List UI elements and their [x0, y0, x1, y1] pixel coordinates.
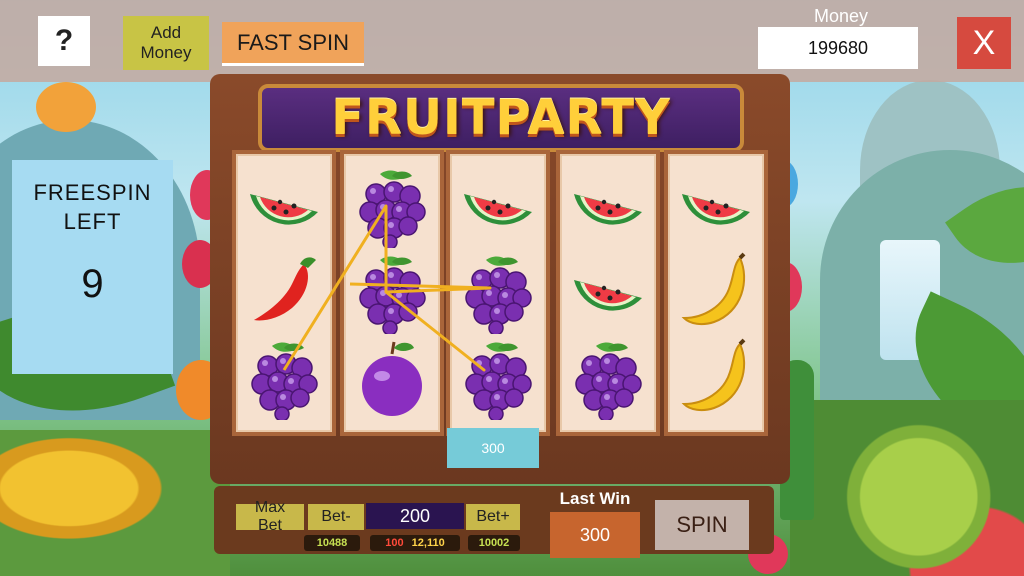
- symbol-watermelon: [566, 164, 650, 248]
- credit-display-gold-value: 12,110: [411, 537, 445, 549]
- last-win-value: 300: [550, 512, 640, 558]
- symbol-banana: [674, 250, 758, 334]
- credit-display-middle: 100 12,110: [370, 535, 460, 551]
- fast-spin-button[interactable]: FAST SPIN: [222, 22, 364, 66]
- spin-button[interactable]: SPIN: [655, 500, 749, 550]
- last-win-label: Last Win: [559, 489, 631, 508]
- bet-value: 200: [366, 503, 464, 529]
- bet-plus-button[interactable]: Bet+: [466, 504, 520, 530]
- symbol-watermelon: [456, 164, 540, 248]
- help-button[interactable]: ?: [38, 16, 90, 66]
- symbol-chili: [242, 250, 326, 334]
- game-title: FRUITPARTY: [331, 90, 671, 146]
- bet-minus-button[interactable]: Bet-: [308, 504, 364, 530]
- freespin-count: 9: [81, 262, 104, 306]
- credit-display-right: 10002: [468, 535, 520, 551]
- symbol-grapes: [456, 336, 540, 420]
- symbol-plum: [350, 336, 434, 420]
- freespin-label-line1: FREESPIN: [33, 180, 152, 205]
- symbol-grapes: [566, 336, 650, 420]
- symbol-grapes: [350, 164, 434, 248]
- freespin-label-line2: LEFT: [63, 209, 122, 234]
- credit-display-red-value: 100: [385, 537, 404, 549]
- freespin-panel: FREESPIN LEFT 9: [12, 160, 173, 374]
- credit-display-left: 10488: [304, 535, 360, 551]
- symbol-grapes: [350, 250, 434, 334]
- grape-decoration: [36, 82, 96, 132]
- symbol-banana: [674, 336, 758, 420]
- add-money-label-line1: Add: [150, 23, 182, 42]
- game-title-banner: FRUITPARTY: [258, 84, 744, 152]
- add-money-label-line2: Money: [140, 43, 192, 62]
- money-label: Money: [813, 6, 869, 26]
- max-bet-button[interactable]: Max Bet: [236, 499, 304, 534]
- symbol-grapes: [242, 336, 326, 420]
- freespin-label: FREESPIN LEFT: [12, 178, 173, 236]
- win-amount-badge: 300: [447, 428, 539, 468]
- money-value: 199680: [758, 27, 918, 69]
- add-money-button[interactable]: Add Money: [123, 16, 209, 70]
- symbol-watermelon: [242, 164, 326, 248]
- banana-bunch-decoration: [0, 430, 230, 576]
- close-button[interactable]: X: [957, 17, 1011, 69]
- symbol-watermelon: [566, 250, 650, 334]
- symbol-watermelon: [674, 164, 758, 248]
- apple-decoration: [790, 400, 1024, 576]
- symbol-grapes: [456, 250, 540, 334]
